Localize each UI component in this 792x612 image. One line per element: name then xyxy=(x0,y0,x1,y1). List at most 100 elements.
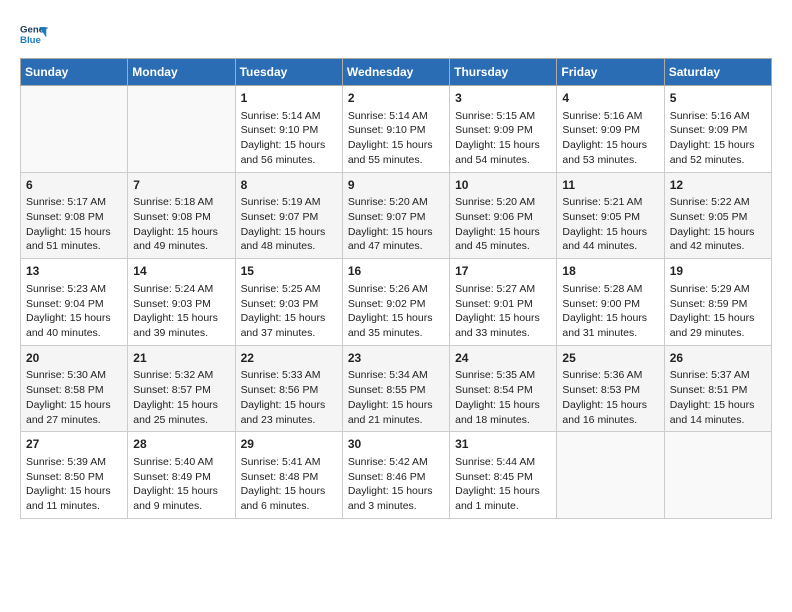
day-info: Daylight: 15 hours xyxy=(455,138,551,153)
calendar-table: SundayMondayTuesdayWednesdayThursdayFrid… xyxy=(20,58,772,519)
page-header: General Blue xyxy=(20,20,772,48)
day-info: and 14 minutes. xyxy=(670,413,766,428)
day-info: and 51 minutes. xyxy=(26,239,122,254)
calendar-cell: 13Sunrise: 5:23 AMSunset: 9:04 PMDayligh… xyxy=(21,259,128,346)
calendar-cell: 24Sunrise: 5:35 AMSunset: 8:54 PMDayligh… xyxy=(450,345,557,432)
day-info: Sunrise: 5:34 AM xyxy=(348,368,444,383)
day-info: Sunset: 9:05 PM xyxy=(562,210,658,225)
day-info: and 48 minutes. xyxy=(241,239,337,254)
day-info: Daylight: 15 hours xyxy=(241,398,337,413)
day-number: 20 xyxy=(26,350,122,367)
day-info: Daylight: 15 hours xyxy=(348,225,444,240)
day-info: Daylight: 15 hours xyxy=(348,138,444,153)
weekday-header-monday: Monday xyxy=(128,59,235,86)
day-info: Sunset: 9:03 PM xyxy=(241,297,337,312)
calendar-body: 1Sunrise: 5:14 AMSunset: 9:10 PMDaylight… xyxy=(21,86,772,519)
weekday-header-row: SundayMondayTuesdayWednesdayThursdayFrid… xyxy=(21,59,772,86)
day-number: 6 xyxy=(26,177,122,194)
day-info: Daylight: 15 hours xyxy=(670,225,766,240)
day-info: and 44 minutes. xyxy=(562,239,658,254)
day-info: Sunset: 9:04 PM xyxy=(26,297,122,312)
day-info: and 31 minutes. xyxy=(562,326,658,341)
day-info: Sunset: 8:57 PM xyxy=(133,383,229,398)
day-number: 17 xyxy=(455,263,551,280)
day-info: Sunset: 9:09 PM xyxy=(562,123,658,138)
day-info: Sunrise: 5:37 AM xyxy=(670,368,766,383)
day-number: 28 xyxy=(133,436,229,453)
day-info: Sunset: 9:09 PM xyxy=(455,123,551,138)
day-info: Sunrise: 5:21 AM xyxy=(562,195,658,210)
day-number: 10 xyxy=(455,177,551,194)
day-info: Sunrise: 5:14 AM xyxy=(241,109,337,124)
day-info: Sunset: 8:50 PM xyxy=(26,470,122,485)
day-info: Sunset: 9:03 PM xyxy=(133,297,229,312)
day-info: Sunset: 9:06 PM xyxy=(455,210,551,225)
calendar-cell: 9Sunrise: 5:20 AMSunset: 9:07 PMDaylight… xyxy=(342,172,449,259)
calendar-cell: 12Sunrise: 5:22 AMSunset: 9:05 PMDayligh… xyxy=(664,172,771,259)
day-number: 31 xyxy=(455,436,551,453)
calendar-week-row: 20Sunrise: 5:30 AMSunset: 8:58 PMDayligh… xyxy=(21,345,772,432)
day-info: Daylight: 15 hours xyxy=(348,311,444,326)
day-number: 13 xyxy=(26,263,122,280)
calendar-cell: 31Sunrise: 5:44 AMSunset: 8:45 PMDayligh… xyxy=(450,432,557,519)
calendar-cell: 5Sunrise: 5:16 AMSunset: 9:09 PMDaylight… xyxy=(664,86,771,173)
calendar-header: SundayMondayTuesdayWednesdayThursdayFrid… xyxy=(21,59,772,86)
day-info: and 3 minutes. xyxy=(348,499,444,514)
day-info: and 52 minutes. xyxy=(670,153,766,168)
calendar-cell: 4Sunrise: 5:16 AMSunset: 9:09 PMDaylight… xyxy=(557,86,664,173)
day-info: Daylight: 15 hours xyxy=(26,225,122,240)
day-number: 22 xyxy=(241,350,337,367)
day-number: 3 xyxy=(455,90,551,107)
day-info: Sunset: 9:08 PM xyxy=(133,210,229,225)
calendar-cell: 26Sunrise: 5:37 AMSunset: 8:51 PMDayligh… xyxy=(664,345,771,432)
day-info: and 54 minutes. xyxy=(455,153,551,168)
day-info: Sunset: 9:00 PM xyxy=(562,297,658,312)
day-number: 18 xyxy=(562,263,658,280)
day-info: and 6 minutes. xyxy=(241,499,337,514)
day-number: 25 xyxy=(562,350,658,367)
day-info: Sunrise: 5:28 AM xyxy=(562,282,658,297)
day-info: Daylight: 15 hours xyxy=(670,398,766,413)
day-info: Sunset: 8:55 PM xyxy=(348,383,444,398)
day-info: and 9 minutes. xyxy=(133,499,229,514)
weekday-header-saturday: Saturday xyxy=(664,59,771,86)
day-info: Sunset: 9:08 PM xyxy=(26,210,122,225)
calendar-cell: 11Sunrise: 5:21 AMSunset: 9:05 PMDayligh… xyxy=(557,172,664,259)
calendar-cell: 15Sunrise: 5:25 AMSunset: 9:03 PMDayligh… xyxy=(235,259,342,346)
day-info: Sunset: 9:07 PM xyxy=(241,210,337,225)
day-number: 8 xyxy=(241,177,337,194)
day-info: Sunrise: 5:16 AM xyxy=(670,109,766,124)
day-number: 27 xyxy=(26,436,122,453)
day-number: 19 xyxy=(670,263,766,280)
day-info: Sunrise: 5:30 AM xyxy=(26,368,122,383)
calendar-cell: 17Sunrise: 5:27 AMSunset: 9:01 PMDayligh… xyxy=(450,259,557,346)
day-info: Daylight: 15 hours xyxy=(133,311,229,326)
day-info: and 39 minutes. xyxy=(133,326,229,341)
day-number: 21 xyxy=(133,350,229,367)
day-number: 5 xyxy=(670,90,766,107)
day-info: Sunset: 9:05 PM xyxy=(670,210,766,225)
day-info: and 29 minutes. xyxy=(670,326,766,341)
day-number: 1 xyxy=(241,90,337,107)
day-info: and 21 minutes. xyxy=(348,413,444,428)
calendar-cell: 23Sunrise: 5:34 AMSunset: 8:55 PMDayligh… xyxy=(342,345,449,432)
day-info: Sunrise: 5:25 AM xyxy=(241,282,337,297)
day-info: Sunset: 8:56 PM xyxy=(241,383,337,398)
day-info: Sunrise: 5:29 AM xyxy=(670,282,766,297)
calendar-cell: 25Sunrise: 5:36 AMSunset: 8:53 PMDayligh… xyxy=(557,345,664,432)
weekday-header-thursday: Thursday xyxy=(450,59,557,86)
day-info: Sunset: 9:02 PM xyxy=(348,297,444,312)
calendar-cell: 29Sunrise: 5:41 AMSunset: 8:48 PMDayligh… xyxy=(235,432,342,519)
calendar-week-row: 1Sunrise: 5:14 AMSunset: 9:10 PMDaylight… xyxy=(21,86,772,173)
calendar-cell: 8Sunrise: 5:19 AMSunset: 9:07 PMDaylight… xyxy=(235,172,342,259)
day-info: Sunrise: 5:20 AM xyxy=(455,195,551,210)
calendar-cell: 2Sunrise: 5:14 AMSunset: 9:10 PMDaylight… xyxy=(342,86,449,173)
day-info: and 18 minutes. xyxy=(455,413,551,428)
day-info: Daylight: 15 hours xyxy=(670,138,766,153)
day-info: Daylight: 15 hours xyxy=(26,484,122,499)
day-info: Daylight: 15 hours xyxy=(348,398,444,413)
day-info: and 42 minutes. xyxy=(670,239,766,254)
weekday-header-sunday: Sunday xyxy=(21,59,128,86)
day-info: Daylight: 15 hours xyxy=(455,225,551,240)
day-info: Daylight: 15 hours xyxy=(26,311,122,326)
